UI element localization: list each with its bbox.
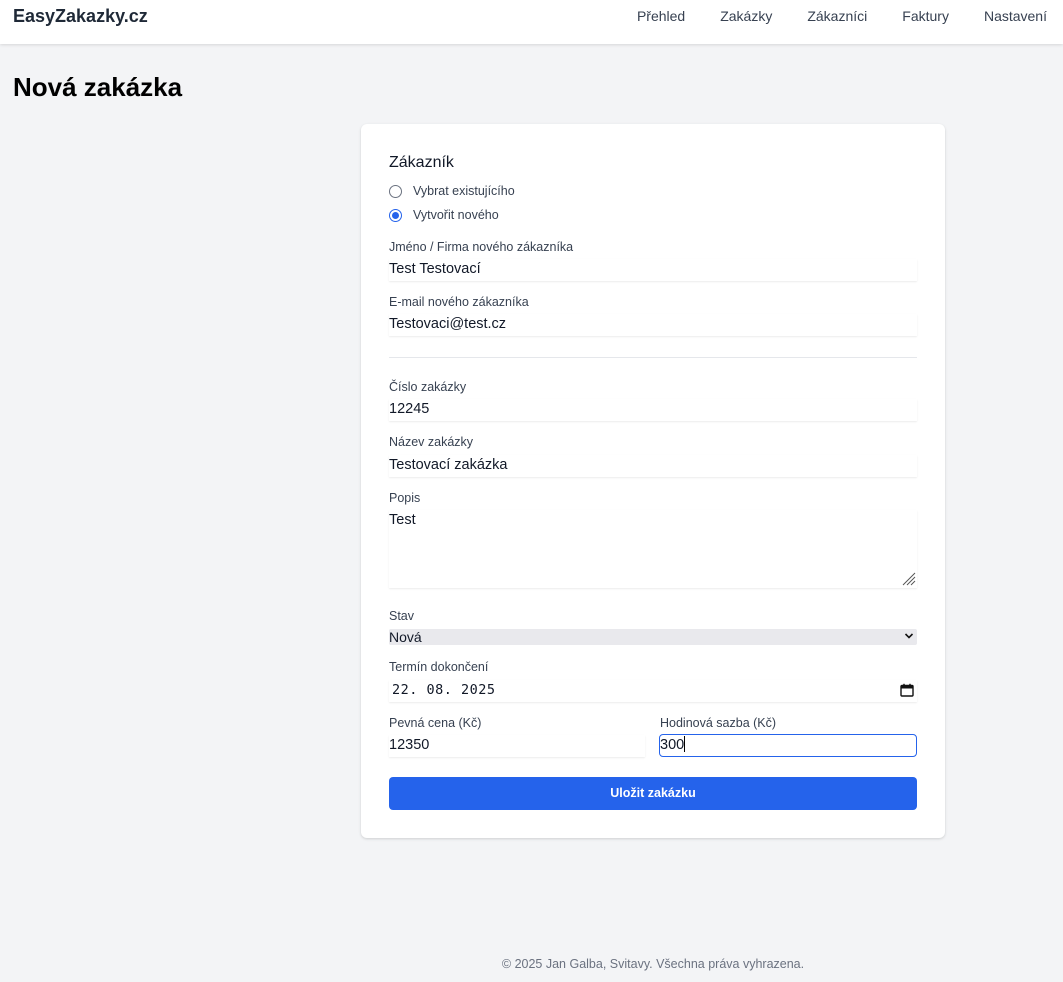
status-selected-value: Nová [389,629,422,645]
calendar-icon[interactable] [900,683,914,697]
main-nav: Přehled Zakázky Zákazníci Faktury Nastav… [602,8,1047,24]
order-name-input[interactable]: Testovací zakázka [389,455,917,477]
order-name-label: Název zakázky [389,435,474,449]
text-caret [684,736,686,752]
status-label: Stav [389,609,415,623]
nav-item-prehled[interactable]: Přehled [637,8,685,24]
radio-existing-customer[interactable]: Vybrat existujícího [389,184,515,198]
radio-new-label: Vytvořit nového [413,208,499,222]
hourly-rate-input[interactable]: 300 [659,734,917,757]
description-textarea[interactable]: Test [389,510,917,588]
deadline-date-value: 22. 08. 2025 [392,682,496,698]
hourly-rate-label: Hodinová sazba (Kč) [660,716,777,730]
nav-item-zakaznici[interactable]: Zákazníci [807,8,867,24]
radio-new-control[interactable] [389,208,402,222]
section-divider [389,357,917,358]
radio-existing-label: Vybrat existujícího [413,184,515,198]
radio-existing-control[interactable] [389,184,402,198]
customer-name-label: Jméno / Firma nového zákazníka [389,240,574,254]
description-text: Test [389,512,416,528]
footer-copyright: © 2025 Jan Galba, Svitavy. Všechna práva… [501,957,805,971]
hourly-rate-value: 300 [660,737,685,753]
order-form-card: Zákazník Vybrat existujícího Vytvořit no… [361,124,945,838]
radio-new-customer[interactable]: Vytvořit nového [389,208,499,222]
fixed-price-label: Pevná cena (Kč) [389,716,482,730]
chevron-down-icon [904,633,914,639]
order-number-input[interactable]: 12245 [389,399,917,421]
order-number-label: Číslo zakázky [389,380,467,394]
status-select[interactable]: Nová [389,629,917,645]
fixed-price-input[interactable]: 12350 [389,735,645,757]
customer-name-input[interactable]: Test Testovací [389,259,917,281]
customer-section-title: Zákazník [389,154,454,171]
deadline-label: Termín dokončení [389,660,489,674]
nav-item-faktury[interactable]: Faktury [902,8,949,24]
resize-grip-icon[interactable] [900,570,916,586]
nav-item-zakazky[interactable]: Zakázky [720,8,772,24]
nav-item-nastaveni[interactable]: Nastavení [984,8,1047,24]
top-navbar: EasyZakazky.cz Přehled Zakázky Zákazníci… [0,0,1063,44]
customer-email-label: E-mail nového zákazníka [389,295,529,309]
customer-email-input[interactable]: Testovaci@test.cz [389,314,917,336]
page-title: Nová zakázka [13,72,183,102]
description-label: Popis [389,491,421,505]
save-order-button[interactable]: Uložit zakázku [389,777,917,810]
deadline-date-input[interactable]: 22. 08. 2025 [389,680,917,702]
brand-logo[interactable]: EasyZakazky.cz [13,6,148,27]
